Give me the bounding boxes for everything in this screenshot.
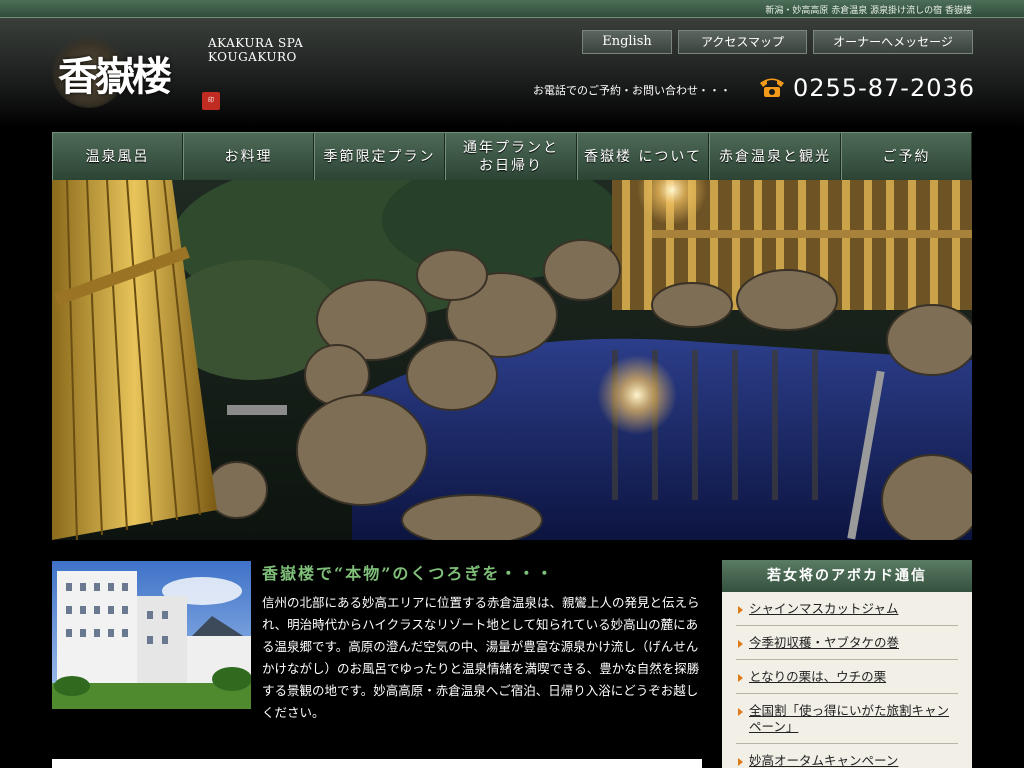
- blog-item[interactable]: 全国割「使っ得にいがた旅割キャンペーン」: [736, 694, 958, 744]
- hotel-building-photo: [52, 561, 251, 709]
- main-nav: 温泉風呂 お料理 季節限定プラン 通年プランと お日帰り 香嶽楼 について 赤倉…: [52, 132, 972, 181]
- content-panel-edge: [52, 759, 702, 768]
- nav-onsen[interactable]: 温泉風呂: [52, 133, 183, 181]
- nav-reservation[interactable]: ご予約: [841, 133, 972, 181]
- blog-title: 若女将のアボカド通信: [722, 560, 972, 592]
- owner-message-button[interactable]: オーナーへメッセージ: [813, 30, 973, 54]
- intro-headline: 香嶽楼で“本物”のくつろぎを・・・: [262, 564, 555, 583]
- top-strip: 新潟・妙高高原 赤倉温泉 源泉掛け流しの宿 香嶽楼: [0, 0, 1024, 18]
- hero-image-onsen: [52, 180, 972, 540]
- nav-seasonal-plans[interactable]: 季節限定プラン: [314, 133, 445, 181]
- nav-akakura-sightseeing[interactable]: 赤倉温泉と観光: [709, 133, 841, 181]
- blog-link[interactable]: となりの栗は、ウチの栗: [749, 669, 886, 684]
- brand-en-line-2: KOUGAKURO: [208, 50, 297, 64]
- site-logo[interactable]: 香嶽楼 印: [52, 32, 222, 110]
- blog-item[interactable]: シャインマスカットジャム: [736, 592, 958, 626]
- blog-link[interactable]: 全国割「使っ得にいがた旅割キャンペーン」: [749, 703, 949, 734]
- phone-label: お電話でのご予約・お問い合わせ・・・: [533, 84, 731, 97]
- blog-link[interactable]: 今季初収穫・ヤブタケの巻: [749, 635, 899, 650]
- access-map-button[interactable]: アクセスマップ: [678, 30, 807, 54]
- logo-seal-icon: 印: [202, 92, 220, 110]
- nav-about[interactable]: 香嶽楼 について: [577, 133, 709, 181]
- site-header: 香嶽楼 印 AKAKURA SPA KOUGAKURO English アクセス…: [0, 18, 1024, 128]
- site-tagline: 新潟・妙高高原 赤倉温泉 源泉掛け流しの宿 香嶽楼: [765, 6, 972, 16]
- blog-link[interactable]: 妙高オータムキャンペーン: [749, 753, 898, 768]
- nav-cuisine[interactable]: お料理: [183, 133, 314, 181]
- utility-nav: English アクセスマップ オーナーへメッセージ: [582, 30, 973, 54]
- blog-item[interactable]: 今季初収穫・ヤブタケの巻: [736, 626, 958, 660]
- blog-list: シャインマスカットジャム 今季初収穫・ヤブタケの巻 となりの栗は、ウチの栗 全国…: [722, 592, 972, 768]
- nav-yearround-daytrip[interactable]: 通年プランと お日帰り: [445, 133, 577, 181]
- brand-en-line-1: AKAKURA SPA: [208, 36, 304, 50]
- intro-text: 信州の北部にある妙高エリアに位置する赤倉温泉は、親鸞上人の発見と伝えられ、明治時…: [262, 595, 700, 720]
- blog-item[interactable]: 妙高オータムキャンペーン: [736, 744, 958, 768]
- phone-number[interactable]: 0255-87-2036: [793, 74, 975, 102]
- english-button[interactable]: English: [582, 30, 672, 54]
- blog-link[interactable]: シャインマスカットジャム: [749, 601, 898, 616]
- brand-english: AKAKURA SPA KOUGAKURO: [208, 36, 303, 64]
- logo-text: 香嶽楼: [58, 53, 172, 100]
- telephone-icon: [760, 78, 784, 97]
- blog-item[interactable]: となりの栗は、ウチの栗: [736, 660, 958, 694]
- blog-panel: 若女将のアボカド通信 シャインマスカットジャム 今季初収穫・ヤブタケの巻 となり…: [722, 560, 972, 768]
